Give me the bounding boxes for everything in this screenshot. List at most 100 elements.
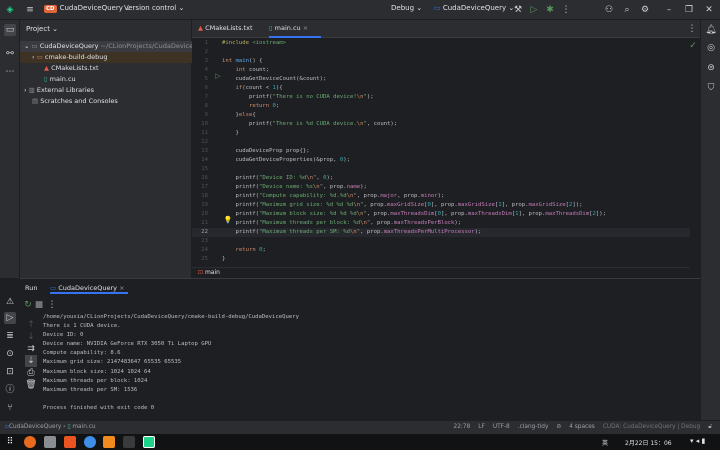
- input-method[interactable]: 英: [602, 438, 608, 447]
- lightbulb-icon[interactable]: 💡: [222, 214, 234, 226]
- help-icon[interactable]: [84, 436, 96, 448]
- vcs-menu[interactable]: Version control ⌄: [124, 4, 184, 12]
- code-line[interactable]: 3int main() {: [192, 57, 690, 66]
- code-line[interactable]: 7 printf("There is no CUDA device!\n");: [192, 93, 690, 102]
- code-line[interactable]: 8 return 0;: [192, 102, 690, 111]
- more-tools-icon[interactable]: ⋯: [4, 66, 16, 78]
- build-config-select[interactable]: Debug ⌄: [391, 4, 422, 12]
- code-line[interactable]: 6 if(count < 1){: [192, 84, 690, 93]
- code-line[interactable]: 14 cudaGetDeviceProperties(&prop, 0);: [192, 156, 690, 165]
- code-line[interactable]: 20 printf("Maximum block size: %d %d %d\…: [192, 210, 690, 219]
- status-position[interactable]: 22:78: [454, 424, 471, 431]
- software-center-icon[interactable]: [64, 436, 76, 448]
- tree-item-scratches[interactable]: ▤ Scratches and Consoles: [20, 96, 192, 107]
- code-line[interactable]: 15: [192, 165, 690, 174]
- code-line[interactable]: 5 cudaGetDeviceCount(&count);: [192, 75, 690, 84]
- code-line[interactable]: 10 printf("There is %d CUDA device.\n", …: [192, 120, 690, 129]
- settings-gear-icon[interactable]: ⚙: [639, 4, 651, 16]
- search-icon[interactable]: ⌕: [621, 4, 633, 16]
- run-gutter-icon[interactable]: ▷: [212, 70, 224, 82]
- system-tray-icons[interactable]: ▾ ◂ ▮: [690, 437, 705, 445]
- code-line[interactable]: 13 cudaDeviceProp prop{};: [192, 147, 690, 156]
- main-menu-icon[interactable]: ≡: [24, 4, 36, 16]
- run-tool-icon[interactable]: ▷: [4, 312, 16, 324]
- debug-icon[interactable]: ✱: [544, 4, 556, 16]
- line-number: 1: [192, 39, 208, 48]
- code-line[interactable]: 21 printf("Maximum threads per block: %d…: [192, 219, 690, 228]
- status-line-separator[interactable]: LF: [478, 424, 485, 431]
- run-icon[interactable]: ▷: [528, 4, 540, 16]
- tree-item-cmake-build-debug[interactable]: › ▭ cmake-build-debug: [20, 52, 192, 63]
- messages-icon[interactable]: ≣: [4, 330, 16, 342]
- code-line[interactable]: 17 printf("Device name: %s\n", prop.name…: [192, 183, 690, 192]
- code-line[interactable]: 11 }: [192, 129, 690, 138]
- tree-item-cmakelists[interactable]: ▲ CMakeLists.txt: [20, 63, 192, 74]
- git-icon[interactable]: ⑂: [4, 402, 16, 414]
- code-line[interactable]: 22 printf("Maximum threads per SM: %d\n"…: [192, 228, 690, 237]
- ai-assistant-icon[interactable]: ◎: [705, 42, 717, 54]
- structure-icon[interactable]: ⚯: [4, 48, 16, 60]
- code-line[interactable]: 9 }else{: [192, 111, 690, 120]
- status-linter[interactable]: .clang-tidy: [518, 424, 549, 431]
- lock-icon[interactable]: 🔓︎: [708, 424, 712, 431]
- maximize-icon[interactable]: ❐: [683, 4, 695, 16]
- code-line[interactable]: 16 printf("Device ID: %d\n", 0);: [192, 174, 690, 183]
- app-icon[interactable]: [103, 436, 115, 448]
- soft-wrap-icon[interactable]: ⇉: [25, 343, 37, 355]
- code-line[interactable]: 25}: [192, 255, 690, 264]
- breadcrumb[interactable]: ⊡ main: [192, 267, 690, 278]
- security-shield-icon[interactable]: ⛉: [705, 82, 717, 94]
- terminal-app-icon[interactable]: [123, 436, 135, 448]
- build-hammer-icon[interactable]: ⚒: [512, 4, 524, 16]
- tab-main-cu[interactable]: ▯ main.cu ×: [269, 24, 321, 38]
- status-encoding[interactable]: UTF-8: [493, 424, 510, 431]
- readonly-icon[interactable]: ⊘: [556, 424, 561, 431]
- code-line[interactable]: 19 printf("Maximum grid size: %d %d %d\n…: [192, 201, 690, 210]
- problems-icon[interactable]: ⓘ: [4, 384, 16, 396]
- minimize-icon[interactable]: –: [663, 4, 675, 16]
- tabs-more-icon[interactable]: ⋮: [686, 23, 698, 35]
- run-more-icon[interactable]: ⋮: [46, 299, 58, 311]
- status-context[interactable]: CUDA: CudaDeviceQuery | Debug: [603, 424, 700, 431]
- scroll-up-icon[interactable]: ↑: [25, 319, 37, 331]
- code-line[interactable]: 1#include <iostream>: [192, 39, 690, 48]
- stop-icon[interactable]: ■: [33, 299, 45, 311]
- console-output[interactable]: /home/youxia/CLionProjects/CudaDeviceQue…: [43, 313, 299, 413]
- terminal-icon[interactable]: ⊡: [4, 366, 16, 378]
- tree-item-external-libraries[interactable]: › ▥ External Libraries: [20, 85, 192, 96]
- cmake-icon[interactable]: ⚠: [4, 296, 16, 308]
- database-icon[interactable]: ⊜: [705, 62, 717, 74]
- code-line[interactable]: 2: [192, 48, 690, 57]
- print-icon[interactable]: ⎙: [25, 367, 37, 379]
- code-line[interactable]: 12: [192, 138, 690, 147]
- code-line[interactable]: 18 printf("Compute capability: %d.%d\n",…: [192, 192, 690, 201]
- scroll-to-end-icon[interactable]: ⇣: [25, 355, 37, 367]
- run-target-select[interactable]: ▭ CudaDeviceQuery ⌄: [434, 4, 514, 12]
- project-panel-title[interactable]: Project ⌄: [26, 25, 58, 33]
- tree-item-main-cu[interactable]: ▯ main.cu: [20, 74, 192, 85]
- add-user-icon[interactable]: ⚇: [603, 4, 615, 16]
- tab-close-icon[interactable]: ×: [303, 24, 308, 32]
- project-switcher[interactable]: CDCudaDeviceQuery ⌄: [44, 4, 131, 13]
- services-icon[interactable]: ⊙: [4, 348, 16, 360]
- scroll-down-icon[interactable]: ↓: [25, 331, 37, 343]
- project-folder-icon[interactable]: ▭: [4, 24, 16, 36]
- status-indent[interactable]: 4 spaces: [569, 424, 595, 431]
- app-grid-icon[interactable]: ⠿: [4, 436, 16, 448]
- clear-trash-icon[interactable]: 🗑︎: [25, 379, 37, 391]
- notifications-bell-icon[interactable]: 🔔︎: [705, 24, 717, 36]
- tree-item-root[interactable]: ⌄ ▭ CudaDeviceQuery ~/CLionProjects/Cuda…: [20, 41, 192, 52]
- clion-app-icon[interactable]: [143, 436, 155, 448]
- line-number: 16: [192, 174, 208, 183]
- files-icon[interactable]: [44, 436, 56, 448]
- more-icon[interactable]: ⋮: [560, 4, 572, 16]
- status-breadcrumb[interactable]: ▫CudaDeviceQuery › ▯ main.cu: [5, 424, 96, 430]
- clock[interactable]: 2月22日 15：06: [625, 438, 672, 447]
- code-line[interactable]: 4 int count;: [192, 66, 690, 75]
- code-line[interactable]: 24 return 0;: [192, 246, 690, 255]
- run-tab[interactable]: ▭ CudaDeviceQuery ×: [50, 280, 128, 294]
- firefox-icon[interactable]: [24, 436, 36, 448]
- close-icon[interactable]: ✕: [703, 4, 715, 16]
- code-line[interactable]: 23: [192, 237, 690, 246]
- tab-cmakelists[interactable]: ▲ CMakeLists.txt: [198, 24, 253, 32]
